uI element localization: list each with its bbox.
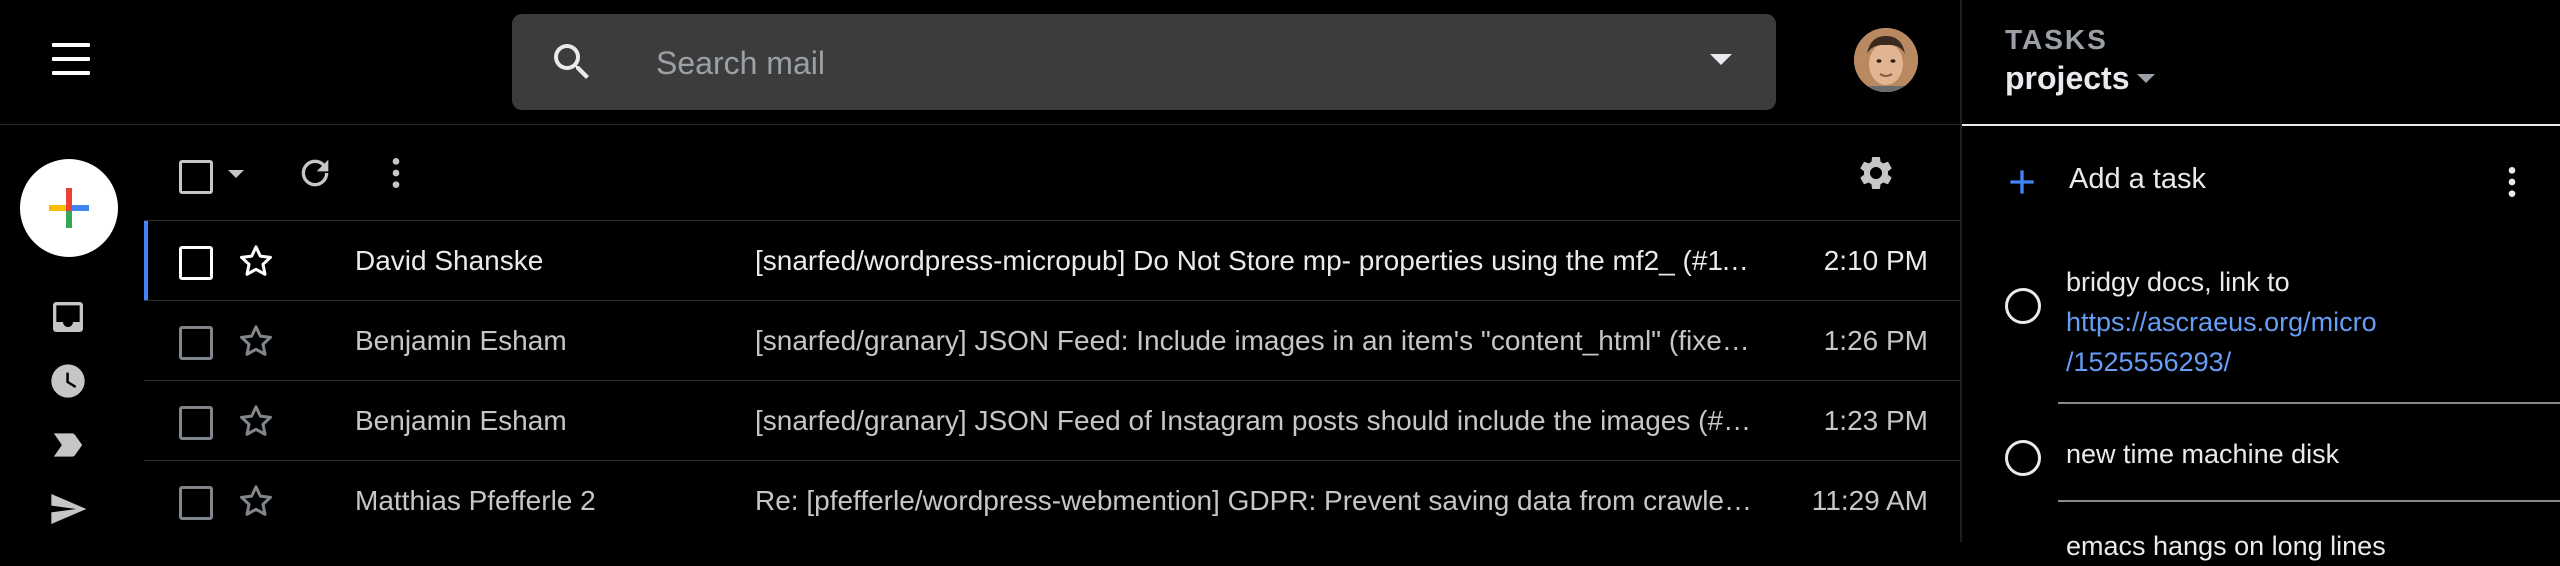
search-input[interactable] (654, 36, 1558, 90)
plus-icon (49, 188, 89, 228)
more-vert-icon[interactable] (376, 153, 416, 193)
email-sender: Matthias Pfefferle 2 (355, 485, 596, 516)
gear-icon[interactable] (1856, 153, 1896, 193)
email-select-checkbox[interactable] (179, 246, 213, 280)
task-link-line-1: https://ascraeus.org/micro (2066, 307, 2377, 337)
task-divider (2058, 402, 2560, 404)
email-subject: Re: [pfefferle/wordpress-webmention] GDP… (755, 485, 1755, 516)
task-complete-checkbox[interactable] (2005, 440, 2041, 476)
task-complete-checkbox[interactable] (2005, 288, 2041, 324)
email-subject: [snarfed/wordpress-micropub] Do Not Stor… (755, 245, 1755, 276)
select-all-checkbox[interactable] (179, 160, 213, 194)
email-time: 11:29 AM (1811, 485, 1928, 516)
star-icon[interactable] (236, 401, 276, 441)
refresh-icon[interactable] (295, 153, 335, 193)
more-vert-icon[interactable] (2492, 162, 2532, 202)
task-title: emacs hangs on long lines (2066, 531, 2386, 561)
task-item[interactable]: bridgy docs, link to https://ascraeus.or… (2066, 262, 2377, 382)
avatar[interactable] (1854, 28, 1918, 92)
compose-button[interactable] (20, 159, 118, 257)
email-list: David Shanske [snarfed/wordpress-micropub… (144, 220, 1960, 540)
label-important-icon[interactable] (48, 425, 88, 465)
chevron-down-icon[interactable] (2137, 74, 2155, 83)
email-select-checkbox[interactable] (179, 486, 213, 520)
search-bar[interactable] (512, 14, 1776, 110)
email-time: 2:10 PM (1823, 245, 1928, 276)
email-sender: Benjamin Esham (355, 325, 567, 356)
search-options-dropdown-icon[interactable] (1710, 54, 1732, 65)
task-link[interactable]: https://ascraeus.org/micro /1525556293/ (2066, 302, 2377, 382)
star-icon[interactable] (236, 241, 276, 281)
email-subject: [snarfed/granary] JSON Feed of Instagram… (755, 405, 1755, 436)
task-list-selector[interactable]: projects (2005, 60, 2129, 97)
task-divider (2058, 500, 2560, 502)
plus-icon (2010, 170, 2034, 194)
task-link-line-2: /1525556293/ (2066, 347, 2232, 377)
hamburger-menu-icon[interactable] (50, 43, 94, 79)
tasks-panel: TASKS projects Add a task bridgy docs, l… (1960, 0, 2560, 561)
email-time: 1:23 PM (1823, 405, 1928, 436)
inbox-icon[interactable] (48, 297, 88, 337)
task-item[interactable]: emacs hangs on long lines (2066, 526, 2386, 566)
email-subject: [snarfed/granary] JSON Feed: Include ima… (755, 325, 1755, 356)
email-select-checkbox[interactable] (179, 406, 213, 440)
top-bar (0, 0, 1960, 125)
email-sender: Benjamin Esham (355, 405, 567, 436)
email-row[interactable]: Matthias Pfefferle 2 Re: [pfefferle/wordp… (144, 460, 1960, 540)
email-time: 1:26 PM (1823, 325, 1928, 356)
add-task-label: Add a task (2069, 163, 2207, 195)
clock-icon[interactable] (48, 361, 88, 401)
task-item[interactable]: new time machine disk (2066, 434, 2339, 474)
send-icon[interactable] (48, 489, 88, 529)
email-row[interactable]: David Shanske [snarfed/wordpress-micropub… (144, 220, 1960, 300)
add-task-button[interactable]: Add a task (2002, 158, 2442, 206)
star-icon[interactable] (236, 481, 276, 521)
task-title: bridgy docs, link to (2066, 267, 2290, 297)
tasks-title: TASKS (2005, 24, 2108, 55)
email-select-checkbox[interactable] (179, 326, 213, 360)
task-title: new time machine disk (2066, 439, 2340, 469)
search-icon[interactable] (548, 38, 596, 86)
email-row[interactable]: Benjamin Esham [snarfed/granary] JSON Fee… (144, 380, 1960, 460)
email-sender: David Shanske (355, 245, 544, 276)
email-row[interactable]: Benjamin Esham [snarfed/granary] JSON Fee… (144, 300, 1960, 380)
tasks-header: TASKS projects (1962, 0, 2560, 126)
star-icon[interactable] (236, 321, 276, 361)
select-options-dropdown-icon[interactable] (228, 170, 244, 178)
